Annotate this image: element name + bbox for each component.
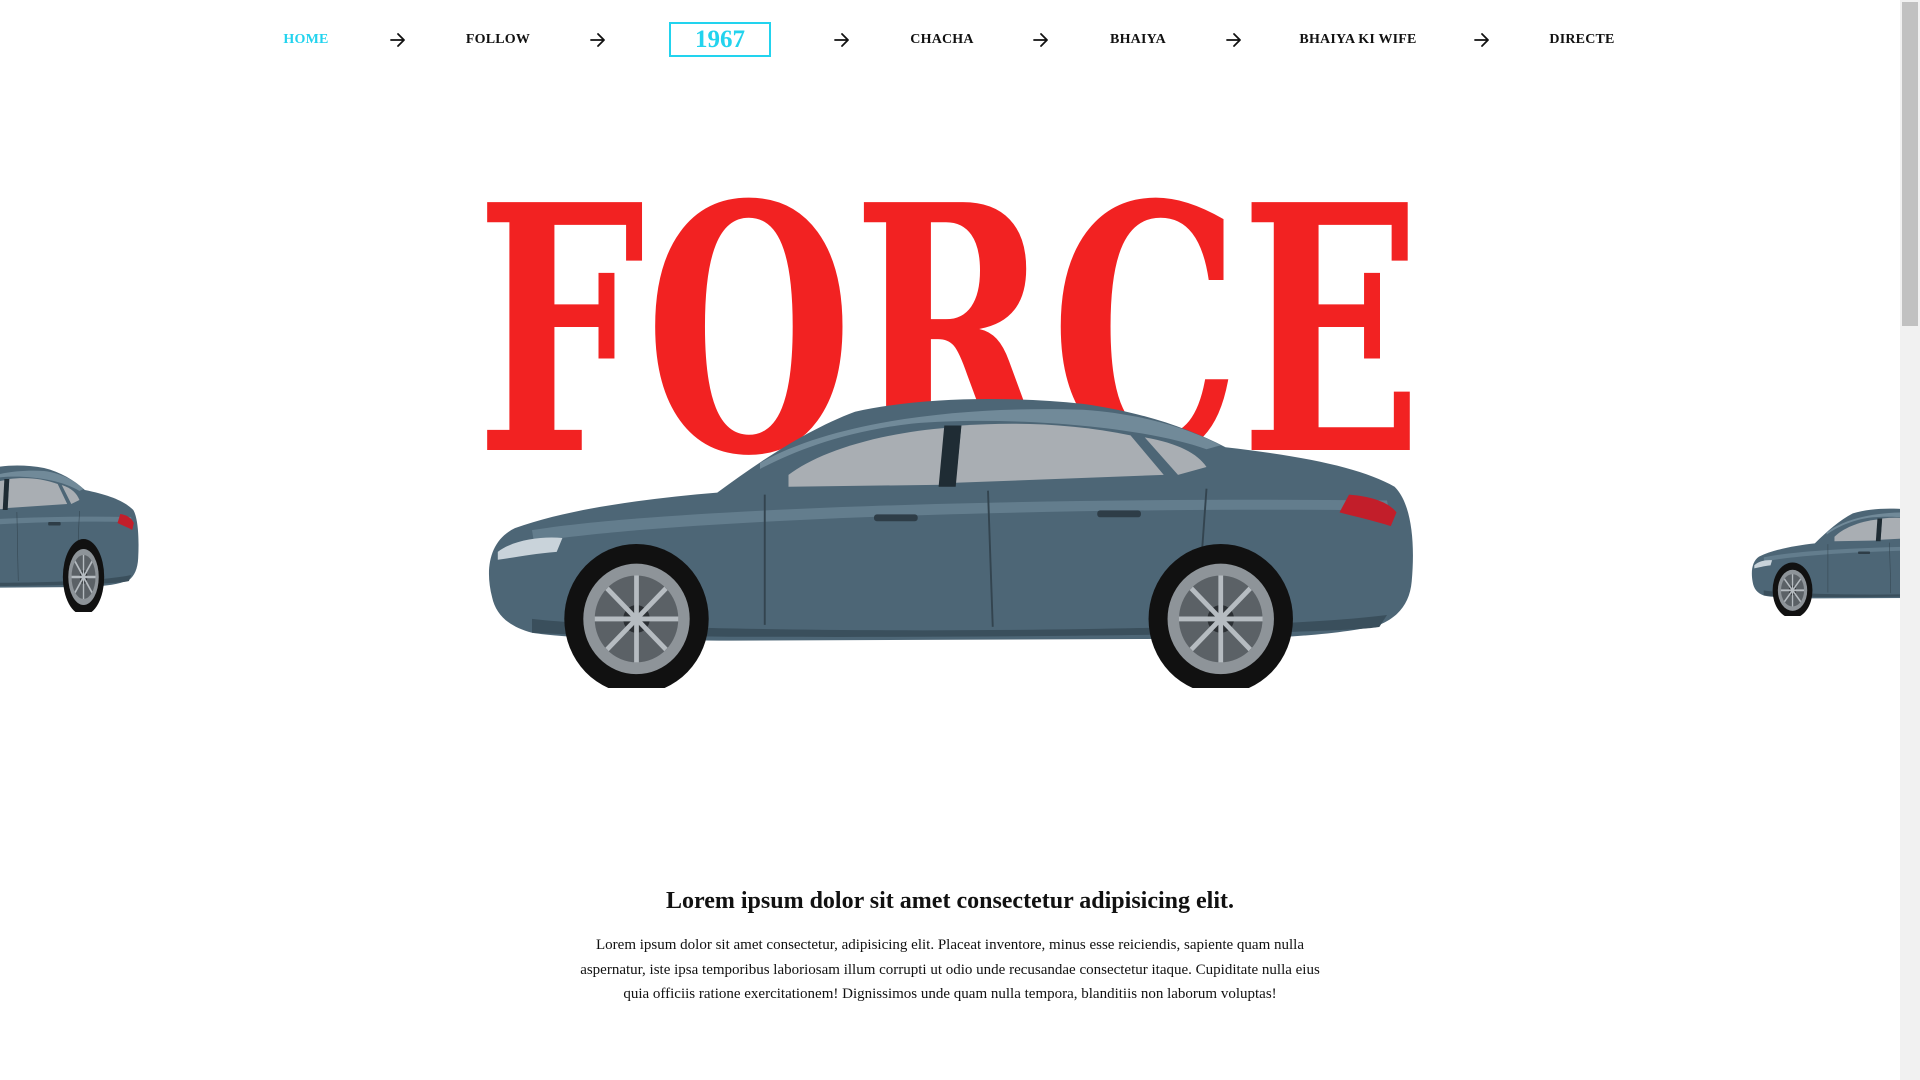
logo-1967[interactable]: 1967 <box>669 22 771 57</box>
nav-link-home[interactable]: HOME <box>283 32 328 48</box>
arrow-right-icon <box>389 31 407 49</box>
car-image-left <box>0 462 142 612</box>
arrow-right-icon <box>1032 31 1050 49</box>
nav-link-follow[interactable]: FOLLOW <box>466 32 530 48</box>
arrow-right-icon <box>1225 31 1243 49</box>
top-navigation: HOME FOLLOW 1967 CHACHA BHAIYA BHAIYA KI… <box>0 22 1900 58</box>
page: HOME FOLLOW 1967 CHACHA BHAIYA BHAIYA KI… <box>0 0 1920 1080</box>
nav-link-bhaiya[interactable]: BHAIYA <box>1110 32 1166 48</box>
nav-link-bhaiya-ki-wife[interactable]: BHAIYA KI WIFE <box>1299 32 1416 48</box>
car-image-main <box>475 392 1425 688</box>
content-paragraph: Lorem ipsum dolor sit amet consectetur, … <box>580 937 1320 1002</box>
nav-link-chacha[interactable]: CHACHA <box>910 32 973 48</box>
content-heading: Lorem ipsum dolor sit amet consectetur a… <box>666 888 1234 914</box>
vertical-scrollbar[interactable] <box>1900 0 1920 1080</box>
nav-link-directe[interactable]: DIRECTE <box>1549 32 1614 48</box>
content-section: Lorem ipsum dolor sit amet consectetur a… <box>575 888 1325 1007</box>
arrow-right-icon <box>589 31 607 49</box>
arrow-right-icon <box>833 31 851 49</box>
scrollbar-thumb[interactable] <box>1902 2 1918 326</box>
car-image-right <box>1748 506 1920 616</box>
arrow-right-icon <box>1473 31 1491 49</box>
